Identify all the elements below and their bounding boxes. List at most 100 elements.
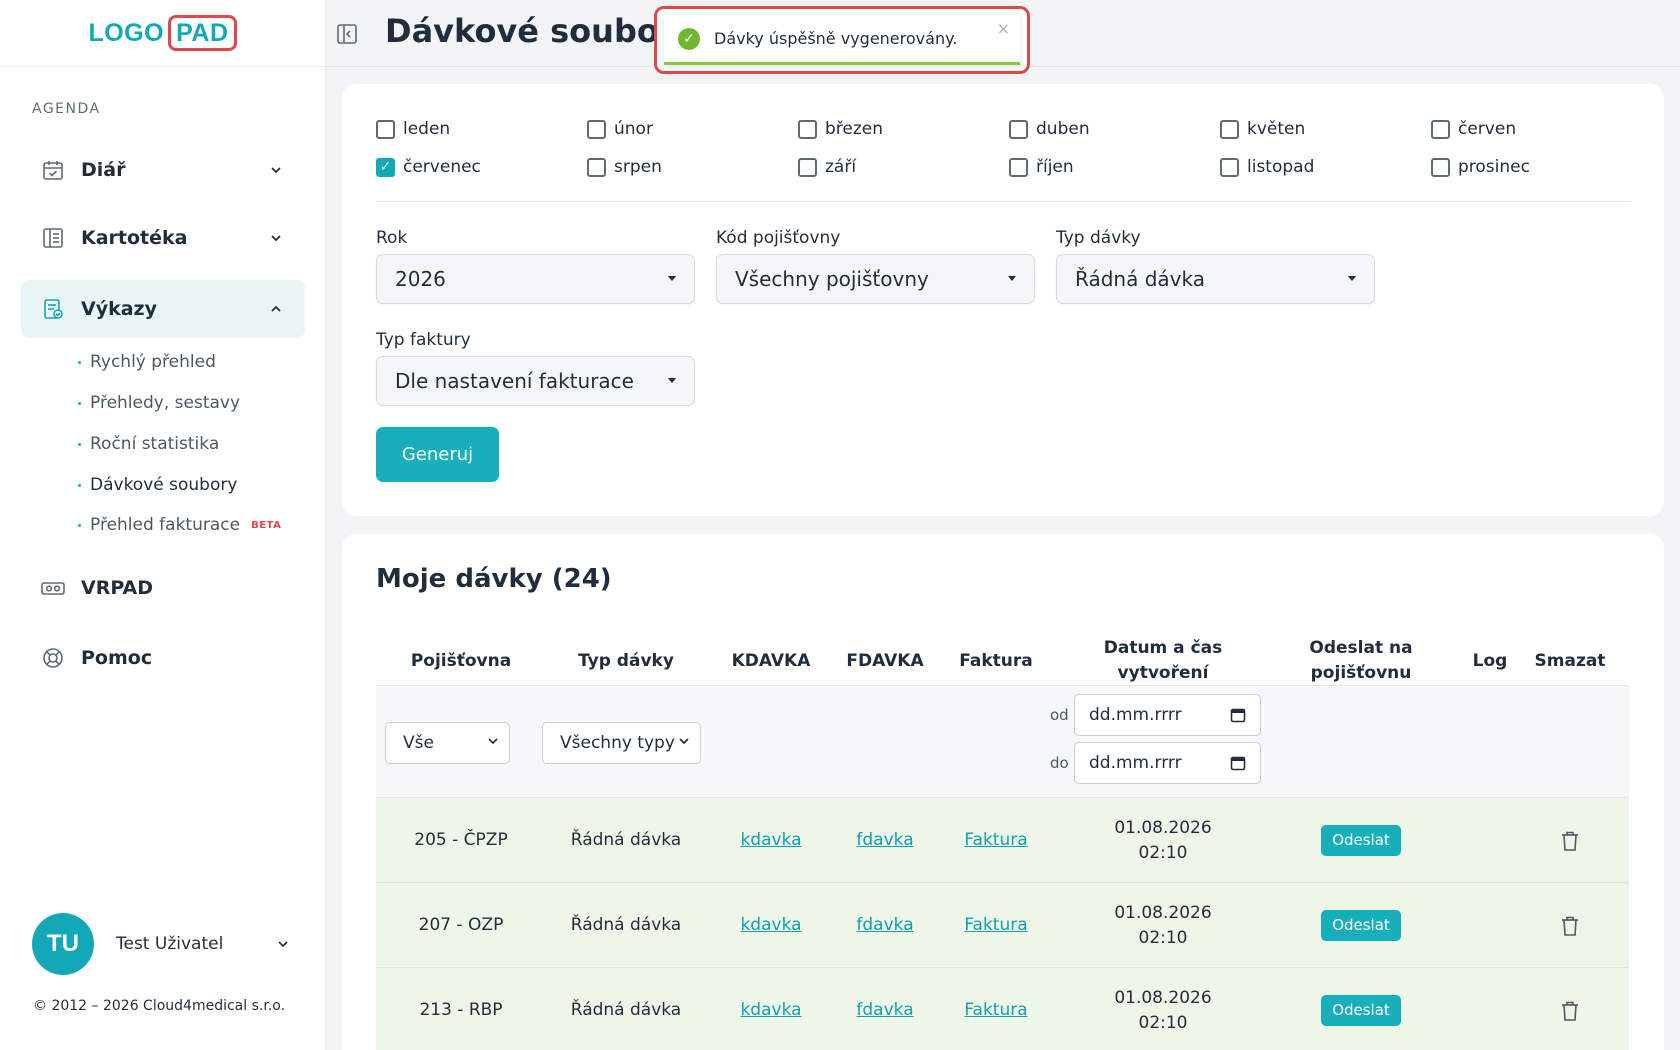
month-checkbox-leden[interactable]: leden: [376, 119, 450, 139]
sidebar-subitem-prehled-fakturace[interactable]: Přehled fakturace BETA: [78, 515, 281, 535]
fdavka-link[interactable]: fdavka: [856, 913, 913, 938]
select-value: Vše: [403, 733, 434, 753]
subitem-label: Roční statistika: [90, 434, 220, 454]
sidebar-item-kartoteka[interactable]: Kartotéka: [21, 209, 305, 267]
insurer-code-label: Kód pojišťovny: [716, 228, 841, 248]
invoice-link[interactable]: Faktura: [964, 828, 1027, 853]
column-header-delete: Smazat: [1534, 650, 1606, 671]
month-checkbox-srpen[interactable]: srpen: [587, 157, 662, 177]
user-menu[interactable]: TU Test Uživatel: [32, 913, 308, 975]
sidebar-item-label: VRPAD: [81, 577, 153, 599]
trash-icon[interactable]: [1560, 1000, 1580, 1022]
date-placeholder: dd.mm.rrrr: [1089, 705, 1182, 725]
cell-batch-type: Řádná dávka: [570, 915, 682, 935]
chevron-down-icon: [271, 167, 281, 174]
month-checkbox-unor[interactable]: únor: [587, 119, 653, 139]
column-header-kdavka: KDAVKA: [731, 650, 811, 671]
sidebar-subitem-rocni-statistika[interactable]: Roční statistika: [78, 434, 219, 454]
select-value: Řádná dávka: [1075, 267, 1205, 291]
sidebar-item-diar[interactable]: Diář: [21, 141, 305, 199]
month-checkbox-prosinec[interactable]: prosinec: [1431, 157, 1530, 177]
table-filter-row: Vše Všechny typy od dd.mm.rrrr do dd.mm.…: [376, 686, 1629, 798]
insurer-filter-select[interactable]: Vše: [385, 722, 510, 764]
column-header-log: Log: [1472, 650, 1508, 671]
send-button[interactable]: Odeslat: [1321, 910, 1401, 941]
sidebar-item-vrpad[interactable]: VRPAD: [21, 559, 305, 617]
sidebar-section-title: AGENDA: [32, 101, 101, 117]
sidebar-collapse-icon[interactable]: [336, 23, 358, 45]
kdavka-link[interactable]: kdavka: [740, 828, 801, 853]
fdavka-link[interactable]: fdavka: [856, 998, 913, 1023]
subitem-label: Dávkové soubory: [90, 475, 238, 495]
checkbox-checked[interactable]: ✓: [376, 157, 395, 177]
kdavka-link[interactable]: kdavka: [740, 913, 801, 938]
fdavka-link[interactable]: fdavka: [856, 828, 913, 853]
invoice-link[interactable]: Faktura: [964, 998, 1027, 1023]
month-checkbox-listopad[interactable]: listopad: [1220, 157, 1314, 177]
logo-text-left: LOGO: [88, 18, 165, 47]
caret-down-icon: [668, 276, 676, 281]
checkbox[interactable]: [1431, 157, 1450, 177]
bullet: [78, 483, 81, 487]
table-row: 213 - RBP Řádná dávka kdavka fdavka Fakt…: [376, 968, 1629, 1050]
logo[interactable]: LOGO PAD: [0, 0, 325, 67]
month-checkbox-cerven[interactable]: červen: [1431, 119, 1516, 139]
kdavka-link[interactable]: kdavka: [740, 998, 801, 1023]
vr-headset-icon: [41, 576, 65, 600]
generate-button[interactable]: Generuj: [376, 427, 499, 482]
calendar-icon[interactable]: [1230, 755, 1246, 771]
calendar-icon[interactable]: [1230, 707, 1246, 723]
sidebar-item-pomoc[interactable]: Pomoc: [21, 629, 305, 687]
checkbox[interactable]: [798, 157, 817, 177]
insurer-code-select[interactable]: Všechny pojišťovny: [716, 254, 1035, 304]
month-checkbox-brezen[interactable]: březen: [798, 119, 883, 139]
month-label: prosinec: [1458, 157, 1530, 177]
date-from-input[interactable]: dd.mm.rrrr: [1074, 694, 1261, 736]
sidebar-subitem-rychly-prehled[interactable]: Rychlý přehled: [78, 352, 216, 372]
date-placeholder: dd.mm.rrrr: [1089, 753, 1182, 773]
sidebar-subitem-prehledy-sestavy[interactable]: Přehledy, sestavy: [78, 393, 240, 413]
date-to-input[interactable]: dd.mm.rrrr: [1074, 742, 1261, 784]
checkbox[interactable]: [798, 119, 817, 139]
table-row: 205 - ČPZP Řádná dávka kdavka fdavka Fak…: [376, 798, 1629, 883]
select-value: Všechny typy: [560, 733, 675, 753]
checkbox[interactable]: [1431, 119, 1450, 139]
type-filter-select[interactable]: Všechny typy: [542, 722, 701, 764]
caret-down-icon: [1008, 276, 1016, 281]
chevron-down-icon: [679, 738, 689, 745]
trash-icon[interactable]: [1560, 915, 1580, 937]
avatar: TU: [32, 913, 94, 975]
sidebar-item-vykazy[interactable]: Výkazy: [21, 280, 305, 338]
batch-type-select[interactable]: Řádná dávka: [1056, 254, 1375, 304]
column-header-fdavka: FDAVKA: [846, 650, 924, 671]
column-header-batch-type: Typ dávky: [578, 650, 674, 671]
checkbox[interactable]: [1009, 157, 1028, 177]
checkbox[interactable]: [587, 119, 606, 139]
year-select[interactable]: 2026: [376, 254, 695, 304]
invoice-link[interactable]: Faktura: [964, 913, 1027, 938]
trash-icon[interactable]: [1560, 830, 1580, 852]
column-header-created: Datum a čas vytvoření: [1103, 638, 1223, 683]
month-checkbox-zari[interactable]: září: [798, 157, 856, 177]
close-icon[interactable]: ×: [997, 19, 1010, 38]
send-button[interactable]: Odeslat: [1321, 825, 1401, 856]
caret-down-icon: [668, 378, 676, 383]
month-checkbox-duben[interactable]: duben: [1009, 119, 1090, 139]
select-value: Všechny pojišťovny: [735, 267, 929, 291]
checkbox[interactable]: [376, 119, 395, 139]
month-checkbox-cervenec[interactable]: ✓ červenec: [376, 157, 481, 177]
month-checkbox-rijen[interactable]: říjen: [1009, 157, 1074, 177]
toast-message: Dávky úspěšně vygenerovány.: [714, 29, 958, 48]
sidebar-item-label: Kartotéka: [81, 227, 188, 249]
sidebar-subitem-davkove-soubory[interactable]: Dávkové soubory: [78, 475, 237, 495]
select-value: Dle nastavení fakturace: [395, 369, 634, 393]
month-label: únor: [614, 119, 653, 139]
checkbox[interactable]: [587, 157, 606, 177]
checkbox[interactable]: [1009, 119, 1028, 139]
cell-created: 01.08.2026 02:10: [1058, 883, 1268, 968]
month-checkbox-kveten[interactable]: květen: [1220, 119, 1305, 139]
send-button[interactable]: Odeslat: [1321, 995, 1401, 1026]
invoice-type-select[interactable]: Dle nastavení fakturace: [376, 356, 695, 406]
checkbox[interactable]: [1220, 119, 1239, 139]
checkbox[interactable]: [1220, 157, 1239, 177]
